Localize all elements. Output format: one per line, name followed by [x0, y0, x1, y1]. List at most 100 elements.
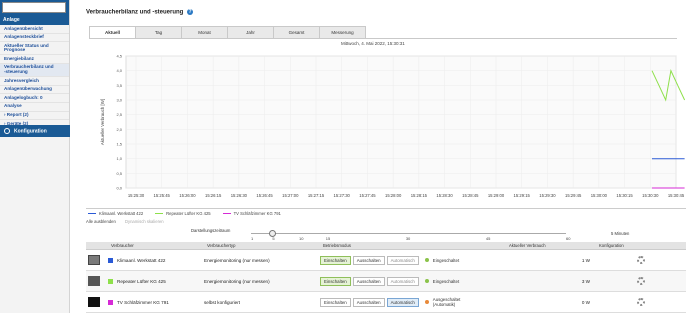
sidebar-item-anlagelogbuch-0[interactable]: Anlagelogbuch: 0: [0, 94, 69, 103]
status-indicator: Ausgeschaltet (Automatik): [424, 297, 461, 307]
sidebar-item-anlagensteckbrief[interactable]: Anlagensteckbrief: [0, 34, 69, 43]
status-text: Ausgeschaltet (Automatik): [432, 297, 461, 307]
consumer-type: selbst konfiguriert: [204, 299, 241, 305]
table-row: Klimaanl. Werkstatt 422 Energiemonitoring…: [86, 250, 686, 271]
x-tick-label: 15:28:30: [436, 193, 453, 198]
y-tick-label: 0,5: [116, 171, 122, 176]
interval-ticks: 1 5 10 15 30 45 60: [251, 236, 570, 241]
x-tick-label: 15:26:15: [205, 193, 222, 198]
x-tick-label: 15:27:00: [282, 193, 299, 198]
x-tick-label: 15:28:15: [411, 193, 428, 198]
y-tick-label: 4,0: [116, 68, 122, 73]
sidebar-item-energiebilanz[interactable]: Energiebilanz: [0, 55, 69, 64]
y-tick-label: 1,0: [116, 156, 122, 161]
mode-button-automatisch[interactable]: Automatisch: [386, 276, 419, 286]
operating-mode-cell: Einschalten Ausschalten Automatisch Eingesc…: [320, 276, 506, 286]
x-tick-label: 15:26:00: [179, 193, 196, 198]
table-header-verbrauchertyp: Verbrauchertyp: [207, 243, 236, 248]
status-dot: [424, 300, 429, 304]
current-consumption: 1 W: [581, 257, 590, 263]
legend-item-tv-schl-fzimmer-kg-791[interactable]: TV Schläfzimmer KG 791: [222, 211, 281, 216]
mode-button-einschalten[interactable]: Einschalten: [320, 297, 351, 307]
hide-all-button[interactable]: Alle ausblenden: [86, 219, 116, 224]
table-header-verbraucher: Verbraucher: [111, 243, 134, 248]
sidebar-item-jahresvergleich[interactable]: Jahresvergleich: [0, 77, 69, 86]
interval-tick-60: 60: [566, 236, 571, 241]
x-tick-label: 15:26:45: [256, 193, 273, 198]
legend-swatch: [155, 212, 164, 215]
device-thumbnail: [88, 297, 100, 307]
operating-mode-cell: Einschalten Ausschalten Automatisch Ausgesc…: [320, 297, 506, 307]
legend-item-repeater-l-fter-kg-425[interactable]: Repeater Lüfter KG 425: [155, 211, 211, 216]
tab-monat[interactable]: Monat: [181, 26, 228, 38]
configuration-cell: [596, 297, 686, 307]
x-tick-label: 15:29:30: [539, 193, 556, 198]
legend-swatch: [88, 212, 96, 215]
x-tick-label: 15:27:30: [334, 193, 351, 198]
configuration-cell: [596, 255, 686, 265]
status-dot: [424, 279, 429, 283]
gear-icon[interactable]: [637, 276, 645, 285]
sidebar-menu: Anlagenübersicht Anlagensteckbrief Aktuell…: [0, 25, 69, 129]
table-row: TV Schläfzimmer KG 791 selbst konfigurier…: [86, 292, 686, 313]
interval-tick-5: 5: [272, 236, 275, 241]
chart-legend: Klimaanl. Werkstatt 422 Repeater Lüfter K…: [86, 208, 686, 218]
dynamic-scale-toggle[interactable]: Dynamisch skalieren: [125, 219, 164, 224]
consumer-cell: TV Schläfzimmer KG 791: [108, 299, 204, 305]
x-tick-label: 15:30:15: [616, 193, 633, 198]
y-tick-label: 4,5: [116, 54, 122, 59]
status-text: Eingeschaltet: [432, 257, 460, 263]
x-tick-label: 15:29:15: [514, 193, 531, 198]
sidebar-config-label: Konfiguration: [14, 128, 47, 135]
mode-button-automatisch[interactable]: Automatisch: [386, 297, 419, 307]
operating-mode-cell: Einschalten Ausschalten Automatisch Eingesc…: [320, 255, 506, 265]
sidebar: Anlage Anlagenübersicht Anlagensteckbrief…: [0, 0, 70, 313]
mode-button-einschalten[interactable]: Einschalten: [320, 255, 351, 265]
interval-slider-track[interactable]: [251, 233, 566, 234]
sidebar-header: Anlage: [0, 16, 69, 25]
sidebar-item-verbraucherbilanz-und-steuerung[interactable]: Verbraucherbilanz und -steuerung: [0, 63, 69, 78]
sidebar-item-aktueller-status-und-prognose[interactable]: Aktueller Status und Prognose: [0, 42, 69, 56]
consumer-name: TV Schläfzimmer KG 791: [117, 299, 169, 305]
legend-label: Repeater Lüfter KG 425: [166, 211, 211, 216]
sidebar-item-anlagen-berwachung[interactable]: Anlagenüberwachung: [0, 86, 69, 95]
mode-button-ausschalten[interactable]: Ausschalten: [352, 276, 385, 286]
table-header-thumb: [86, 242, 108, 249]
status-indicator: Eingeschaltet: [424, 279, 459, 284]
search-input[interactable]: [2, 2, 66, 13]
gear-icon[interactable]: [637, 255, 645, 264]
sidebar-item-konfiguration[interactable]: Konfiguration: [0, 125, 70, 137]
current-consumption: 3 W: [581, 278, 590, 284]
mode-button-automatisch[interactable]: Automatisch: [386, 255, 419, 265]
tab-messerung[interactable]: Messerung: [319, 26, 366, 38]
status-indicator: Eingeschaltet: [424, 257, 460, 263]
table-body: Klimaanl. Werkstatt 422 Energiemonitoring…: [86, 250, 686, 313]
sidebar-item-analyse[interactable]: Analyse: [0, 103, 69, 112]
tab-gesamt[interactable]: Gesamt: [273, 26, 320, 38]
mode-button-ausschalten[interactable]: Ausschalten: [352, 255, 385, 265]
consumer-cell: Repeater Lüfter KG 425: [108, 278, 204, 284]
gear-icon[interactable]: [637, 297, 645, 306]
help-icon[interactable]: ?: [187, 9, 194, 15]
tab-tag[interactable]: Tag: [135, 26, 182, 38]
gear-icon: [4, 128, 10, 134]
sidebar-item-report-2[interactable]: › Report (2): [0, 112, 69, 121]
mode-button-einschalten[interactable]: Einschalten: [320, 276, 351, 286]
chart-area: 4,5 4,0 3,5 3,0 2,5 2,0 1,5 1,0 0,5 0,0 15:25:30 15…: [86, 48, 686, 208]
consumer-name: Klimaanl. Werkstatt 422: [117, 257, 166, 263]
table-header-aktueller-verbrauch: Aktueller Verbrauch: [509, 243, 546, 248]
sidebar-search-bar: [0, 0, 69, 16]
sidebar-item-anlagen-bersicht[interactable]: Anlagenübersicht: [0, 25, 69, 34]
x-tick-label: 15:25:30: [128, 193, 145, 198]
tab-jahr[interactable]: Jahr: [227, 26, 274, 38]
x-tick-label: 15:28:00: [385, 193, 402, 198]
consumer-name: Repeater Lüfter KG 425: [117, 278, 166, 284]
mode-button-ausschalten[interactable]: Ausschalten: [352, 297, 385, 307]
page-title: Verbraucherbilanz und -steuerung ?: [86, 9, 194, 16]
x-tick-label: 15:30:30: [642, 193, 659, 198]
legend-item-klimaanl-werkstatt-422[interactable]: Klimaanl. Werkstatt 422: [88, 211, 143, 216]
y-tick-label: 2,5: [116, 112, 122, 117]
table-header: Verbraucher Verbrauchertyp Betriebsmodus Ak…: [86, 242, 686, 250]
x-tick-label: 15:26:30: [231, 193, 248, 198]
interval-tick-45: 45: [485, 236, 491, 241]
